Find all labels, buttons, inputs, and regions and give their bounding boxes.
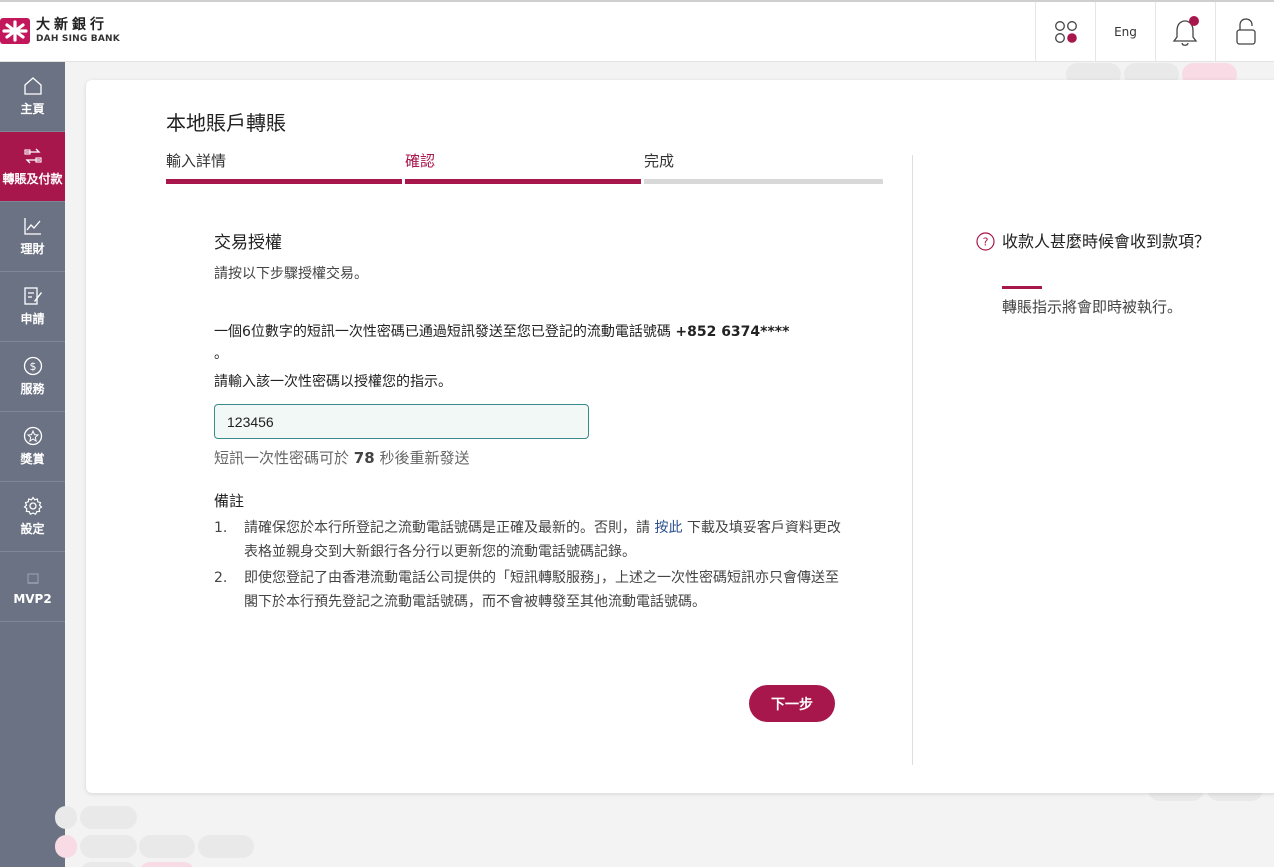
sidebar-item-label: 設定 xyxy=(20,522,45,536)
top-bar: 大新銀行 DAH SING BANK Eng xyxy=(0,0,1274,62)
masked-phone-number: +852 6374**** xyxy=(675,324,790,340)
otp-prompt: 請輸入該一次性密碼以授權您的指示。 xyxy=(214,374,452,390)
question-icon: ? xyxy=(976,232,995,251)
transfer-card: 本地賬戶轉賬 輸入詳情 確認 完成 交易授權 請按以下步驟授權交易。 一個6位數… xyxy=(86,80,1274,793)
step-confirm-bar xyxy=(405,179,641,184)
home-icon xyxy=(23,77,42,95)
resend-countdown: 短訊一次性密碼可於 78 秒後重新發送 xyxy=(214,449,470,467)
sidebar-item-services[interactable]: $ 服務 xyxy=(0,342,65,412)
svg-text:$: $ xyxy=(29,360,36,373)
sidebar-item-home[interactable]: 主頁 xyxy=(0,62,65,132)
notes-title: 備註 xyxy=(214,492,245,510)
dah-sing-logo-icon xyxy=(0,18,30,44)
sidebar-item-label: 申請 xyxy=(20,312,45,326)
sidebar: 主頁 轉賬及付款 理財 申請 $ 服務 獎賞 設定 MVP2 xyxy=(0,62,65,867)
faq-underline xyxy=(1002,286,1042,289)
faq-question[interactable]: 收款人甚麼時候會收到款項？ xyxy=(1002,229,1212,255)
language-toggle[interactable]: Eng xyxy=(1095,2,1155,62)
otp-input[interactable] xyxy=(214,404,589,439)
note-item-1: 1. 請確保您於本行所登記之流動電話號碼是正確及最新的。否則，請 按此 下載及填… xyxy=(214,520,841,560)
sidebar-item-label: MVP2 xyxy=(13,591,52,606)
sidebar-item-mvp2[interactable]: MVP2 xyxy=(0,552,65,622)
chart-icon xyxy=(23,218,41,235)
logout-button[interactable] xyxy=(1215,2,1274,62)
star-icon xyxy=(23,426,42,446)
step-complete-label: 完成 xyxy=(644,152,675,170)
otp-sent-message: 一個6位數字的短訊一次性密碼已通過短訊發送至您已登記的流動電話號碼 +852 6… xyxy=(214,324,790,362)
auth-title: 交易授權 xyxy=(214,233,282,253)
sidebar-item-rewards[interactable]: 獎賞 xyxy=(0,412,65,482)
sidebar-item-label: 服務 xyxy=(20,382,45,396)
click-here-link[interactable]: 按此 xyxy=(654,520,682,536)
logo-text-zh: 大新銀行 xyxy=(36,17,108,33)
sidebar-item-settings[interactable]: 設定 xyxy=(0,482,65,552)
transfer-icon xyxy=(23,148,42,164)
column-divider xyxy=(912,155,913,765)
auth-subtitle: 請按以下步驟授權交易。 xyxy=(214,266,368,282)
logo-text-en: DAH SING BANK xyxy=(36,34,120,44)
step-complete-bar xyxy=(644,179,883,184)
unlock-icon xyxy=(1235,18,1256,45)
bank-logo[interactable]: 大新銀行 DAH SING BANK xyxy=(0,16,120,46)
sidebar-item-wealth[interactable]: 理財 xyxy=(0,202,65,272)
sidebar-item-label: 理財 xyxy=(20,242,45,256)
sidebar-item-label: 主頁 xyxy=(20,102,45,116)
next-button[interactable]: 下一步 xyxy=(749,685,835,722)
sidebar-item-apply[interactable]: 申請 xyxy=(0,272,65,342)
apps-button[interactable] xyxy=(1035,2,1095,62)
resend-seconds: 78 xyxy=(353,449,375,467)
mvp-icon xyxy=(26,572,39,584)
page-title: 本地賬戶轉賬 xyxy=(166,111,286,135)
apps-icon xyxy=(1054,21,1077,43)
sidebar-item-label: 轉賬及付款 xyxy=(2,172,63,186)
gear-icon xyxy=(23,496,42,515)
faq-answer: 轉賬指示將會即時被執行。 xyxy=(1002,298,1183,316)
step-details-bar xyxy=(166,179,402,184)
application-icon xyxy=(23,287,42,305)
bell-icon xyxy=(1172,16,1199,46)
step-details-label: 輸入詳情 xyxy=(166,152,227,170)
dollar-icon: $ xyxy=(23,356,42,376)
sidebar-item-transfer[interactable]: 轉賬及付款 xyxy=(0,132,65,202)
step-confirm-label: 確認 xyxy=(405,152,436,170)
svg-text:?: ? xyxy=(983,236,989,249)
note-item-2: 2. 即使您登記了由香港流動電話公司提供的「短訊轉駁服務」，上述之一次性密碼短訊… xyxy=(214,570,839,610)
notifications-button[interactable] xyxy=(1155,2,1215,62)
sidebar-item-label: 獎賞 xyxy=(20,452,45,466)
